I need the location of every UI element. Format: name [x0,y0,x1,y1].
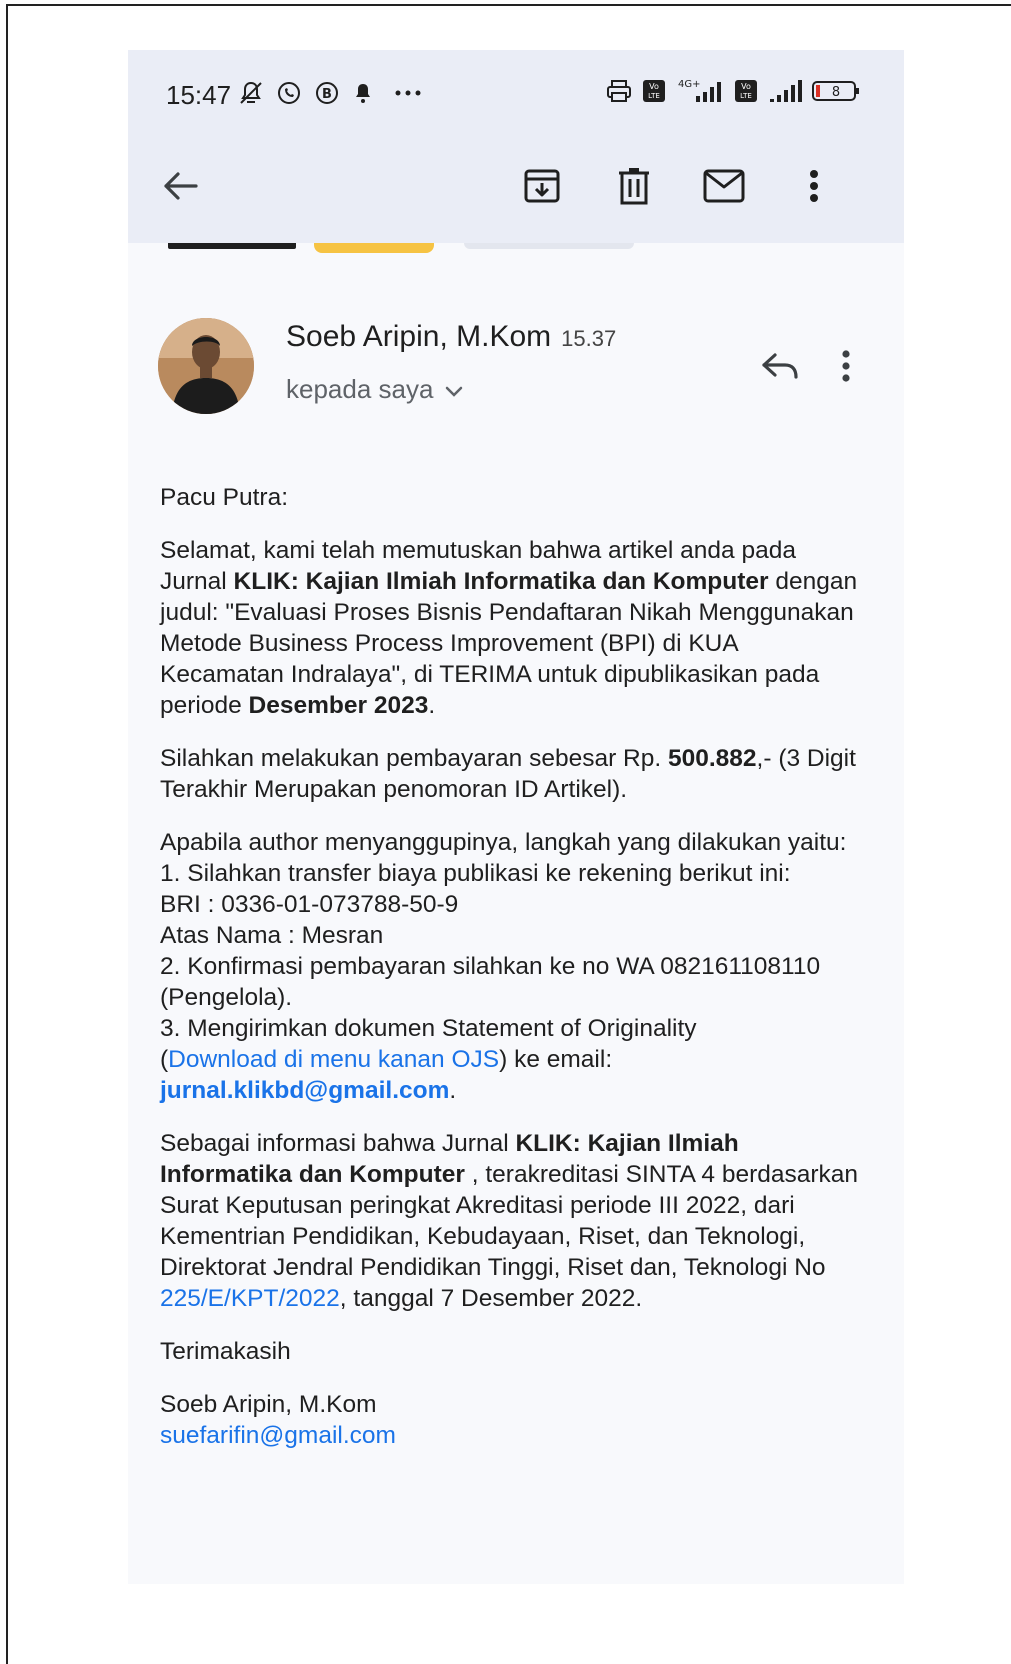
paragraph-steps: Apabila author menyanggupinya, langkah y… [160,829,847,1104]
signal-4g-icon: 4G+ [676,78,724,104]
bank-account: BRI : 0336-01-073788-50-9 [160,891,459,918]
journal-email-link[interactable]: jurnal.klikbd@gmail.com [160,1077,449,1104]
top-app-bar: 15:47 B Vo LTE 4G+ Vo LTE 8 [128,50,904,243]
more-vertical-icon [841,349,851,388]
payment-amount: 500.882 [667,745,757,772]
message-more-button[interactable] [826,344,866,392]
status-bar: 15:47 B Vo LTE 4G+ Vo LTE 8 [128,50,904,140]
svg-text:B: B [322,87,332,102]
status-icons-left: B [238,80,422,106]
svg-text:Vo: Vo [649,82,659,91]
archive-button[interactable] [514,160,570,216]
back-arrow-icon [162,170,198,207]
more-options-button[interactable] [786,160,842,216]
svg-text:LTE: LTE [740,92,752,100]
volte-icon: Vo LTE [642,79,666,103]
account-name: Atas Nama : Mesran [160,922,384,949]
journal-name: KLIK: Kajian Ilmiah Informatika dan Komp… [233,568,769,595]
status-time: 15:47 [166,80,232,110]
more-dots-icon [394,89,422,97]
paragraph-acceptance: Selamat, kami telah memutuskan bahwa art… [160,537,858,719]
signature-email-link[interactable]: suefarifin@gmail.com [160,1422,396,1449]
delete-button[interactable] [606,160,662,216]
svg-text:Vo: Vo [741,82,751,91]
archive-icon [523,167,561,210]
phone-screen: 15:47 B Vo LTE 4G+ Vo LTE 8 Soeb Aripin,… [128,50,904,1584]
avatar[interactable] [158,318,254,414]
chevron-down-icon [445,374,463,405]
back-button[interactable] [152,160,208,216]
delete-icon [617,167,651,210]
subject-line-peek [128,243,904,257]
status-icons-right: Vo LTE 4G+ Vo LTE 8 [606,78,860,104]
paragraph-payment: Silahkan melakukan pembayaran sebesar Rp… [160,745,856,803]
signature-name: Soeb Aripin, M.Kom [160,1391,377,1418]
label-chip-fragment-2 [464,243,634,249]
svg-text:4G+: 4G+ [678,79,701,90]
greeting: Pacu Putra: [160,484,289,511]
mail-icon [703,169,745,208]
more-vertical-icon [809,169,819,208]
email-time: 15.37 [561,326,617,351]
volte-icon-2: Vo LTE [734,79,758,103]
signature: Soeb Aripin, M.Kom suefarifin@gmail.com [160,1389,860,1451]
printer-icon [606,79,632,103]
reply-button[interactable] [756,344,804,392]
email-toolbar [128,160,904,230]
whatsapp-icon [276,80,302,106]
b-app-icon: B [314,80,340,106]
decree-number-link[interactable]: 225/E/KPT/2022 [160,1285,340,1312]
email-body: Pacu Putra: Selamat, kami telah memutusk… [160,482,860,1451]
reply-icon [761,351,799,386]
svg-text:8: 8 [832,85,840,100]
notification-bell-icon [352,81,374,105]
publication-period: Desember 2023 [248,692,429,719]
sender-header: Soeb Aripin, M.Kom 15.37 kepada saya [128,318,904,428]
sender-name: Soeb Aripin, M.Kom [286,320,552,353]
signal-icon [768,79,802,103]
mute-icon [238,80,264,106]
download-ojs-link[interactable]: Download di menu kanan OJS [168,1046,499,1073]
svg-text:LTE: LTE [648,92,660,100]
recipient-toggle[interactable]: kepada saya [286,374,463,405]
mark-unread-button[interactable] [696,160,752,216]
battery-icon: 8 [812,79,860,103]
paragraph-accreditation: Sebagai informasi bahwa Jurnal KLIK: Kaj… [160,1130,859,1312]
closing: Terimakasih [160,1338,291,1365]
subject-text-fragment [168,243,296,249]
label-chip-fragment [314,243,434,253]
recipient-label: kepada saya [286,374,434,404]
sender-name-line: Soeb Aripin, M.Kom 15.37 [286,320,616,354]
